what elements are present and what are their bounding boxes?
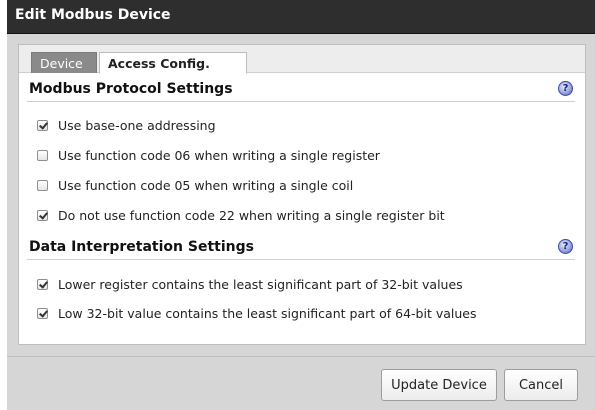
option-label: Use function code 05 when writing a sing…	[58, 177, 354, 193]
checkbox-base-one-addressing[interactable]	[37, 119, 48, 131]
option-label: Lower register contains the least signif…	[58, 276, 463, 292]
option-label: Use function code 06 when writing a sing…	[58, 147, 380, 163]
tab-panel: Device Access Config. Modbus Protocol Se…	[18, 44, 586, 345]
section-title: Data Interpretation Settings	[29, 239, 254, 255]
option-label: Do not use function code 22 when writing…	[58, 207, 445, 223]
modbus-protocol-settings-header: Modbus Protocol Settings ?	[27, 79, 575, 102]
checkbox-function-code-06[interactable]	[37, 149, 48, 161]
cancel-button[interactable]: Cancel	[504, 369, 578, 401]
dialog-title: Edit Modbus Device	[15, 7, 171, 23]
question-mark-icon[interactable]: ?	[558, 239, 573, 254]
option-label: Use base-one addressing	[58, 117, 216, 133]
option-lower-register-lsb[interactable]: Lower register contains the least signif…	[37, 274, 463, 294]
tab-device[interactable]: Device	[31, 52, 97, 73]
option-base-one-addressing[interactable]: Use base-one addressing	[37, 115, 216, 135]
section-title: Modbus Protocol Settings	[29, 81, 233, 97]
question-mark-icon[interactable]: ?	[558, 81, 573, 96]
tab-bar: Device Access Config.	[19, 45, 585, 74]
update-device-button[interactable]: Update Device	[381, 369, 497, 401]
edit-modbus-device-dialog: Edit Modbus Device Device Access Config.…	[7, 0, 595, 410]
checkbox-lower-register-lsb[interactable]	[37, 278, 48, 290]
option-no-function-code-22[interactable]: Do not use function code 22 when writing…	[37, 205, 445, 225]
checkbox-no-function-code-22[interactable]	[37, 209, 48, 221]
tab-access-config[interactable]: Access Config.	[99, 52, 247, 74]
footer-divider	[7, 356, 595, 357]
dialog-titlebar[interactable]: Edit Modbus Device	[7, 0, 595, 34]
checkbox-low-32bit-lsb[interactable]	[37, 307, 48, 319]
data-interpretation-settings-header: Data Interpretation Settings ?	[27, 237, 575, 260]
option-function-code-05[interactable]: Use function code 05 when writing a sing…	[37, 175, 353, 195]
checkbox-function-code-05[interactable]	[37, 179, 48, 191]
option-label: Low 32-bit value contains the least sign…	[58, 305, 477, 321]
option-function-code-06[interactable]: Use function code 06 when writing a sing…	[37, 145, 380, 165]
option-low-32bit-lsb[interactable]: Low 32-bit value contains the least sign…	[37, 303, 477, 323]
